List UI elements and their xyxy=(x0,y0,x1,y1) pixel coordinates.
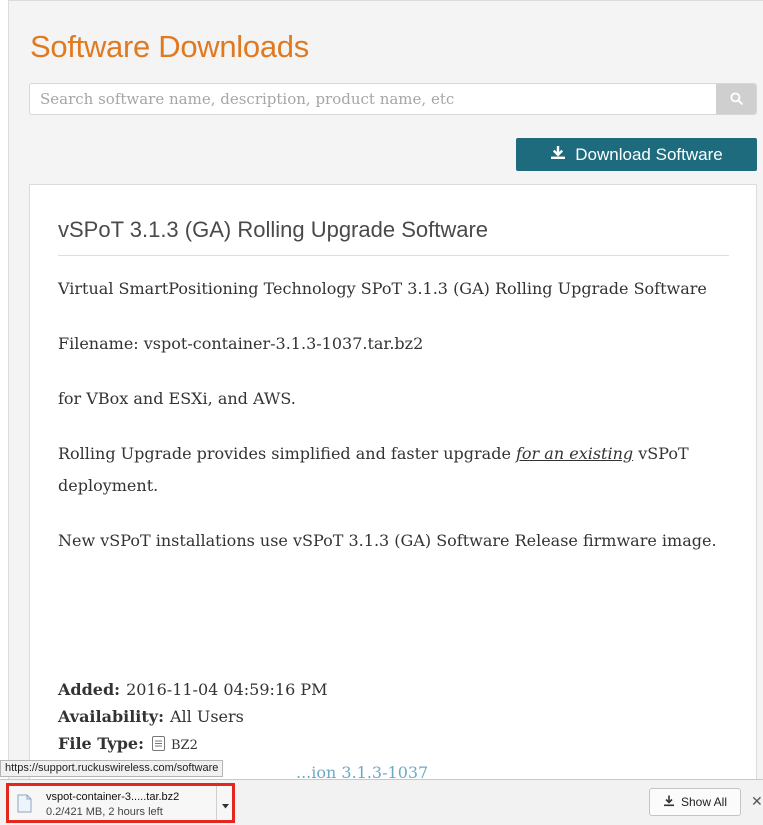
file-icon xyxy=(17,794,32,817)
download-software-button[interactable]: Download Software xyxy=(516,138,757,171)
availability-row: Availability: All Users xyxy=(58,703,718,730)
search-input[interactable] xyxy=(30,84,715,114)
upgrade-text: Rolling Upgrade provides simplified and … xyxy=(58,444,689,495)
new-install-note: New vSPoT installations use vSPoT 3.1.3 … xyxy=(58,531,717,550)
download-shelf: vspot-container-3.....tar.bz2 0.2/421 MB… xyxy=(0,779,763,825)
close-icon[interactable]: ✕ xyxy=(751,793,763,810)
file-type-value: BZ2 xyxy=(170,738,198,753)
file-type-label: File Type: xyxy=(58,734,144,753)
download-icon xyxy=(663,795,681,810)
download-item-name: vspot-container-3.....tar.bz2 xyxy=(46,791,180,803)
availability-label: Availability: xyxy=(58,707,164,726)
file-type-row: File Type: BZ2 xyxy=(58,730,718,759)
description-text: Virtual SmartPositioning Technology SPoT… xyxy=(58,279,707,298)
download-item-progress: 0.2/421 MB, 2 hours left xyxy=(46,806,163,818)
filename-text: Filename: vspot-container-3.1.3-1037.tar… xyxy=(58,334,424,353)
added-row: Added: 2016-11-04 04:59:16 PM xyxy=(58,676,718,703)
search-button[interactable] xyxy=(716,84,756,114)
show-all-label: Show All xyxy=(680,795,728,809)
search-icon xyxy=(730,90,743,109)
download-icon xyxy=(550,145,575,165)
release-title: vSPoT 3.1.3 (GA) Rolling Upgrade Softwar… xyxy=(58,217,489,242)
document-icon xyxy=(151,732,165,759)
platforms-text: for VBox and ESXi, and AWS. xyxy=(58,389,296,408)
search-bar xyxy=(29,83,757,115)
divider xyxy=(58,255,729,256)
download-software-label: Download Software xyxy=(575,144,723,164)
status-url-tooltip: https://support.ruckuswireless.com/softw… xyxy=(0,760,224,777)
for-an-existing-link[interactable]: for an existing xyxy=(516,444,633,463)
added-label: Added: xyxy=(58,680,121,699)
page-frame: Software Downloads Download Software vSP… xyxy=(8,0,763,784)
release-card: vSPoT 3.1.3 (GA) Rolling Upgrade Softwar… xyxy=(29,184,757,784)
chevron-down-icon xyxy=(221,794,229,813)
download-item[interactable]: vspot-container-3.....tar.bz2 0.2/421 MB… xyxy=(6,783,235,823)
show-all-button[interactable]: Show All xyxy=(649,788,741,816)
release-description: Virtual SmartPositioning Technology SPoT… xyxy=(58,273,728,580)
availability-value: All Users xyxy=(169,707,244,726)
download-options-button[interactable] xyxy=(216,786,233,820)
added-value: 2016-11-04 04:59:16 PM xyxy=(126,680,328,699)
page-title: Software Downloads xyxy=(30,29,309,64)
